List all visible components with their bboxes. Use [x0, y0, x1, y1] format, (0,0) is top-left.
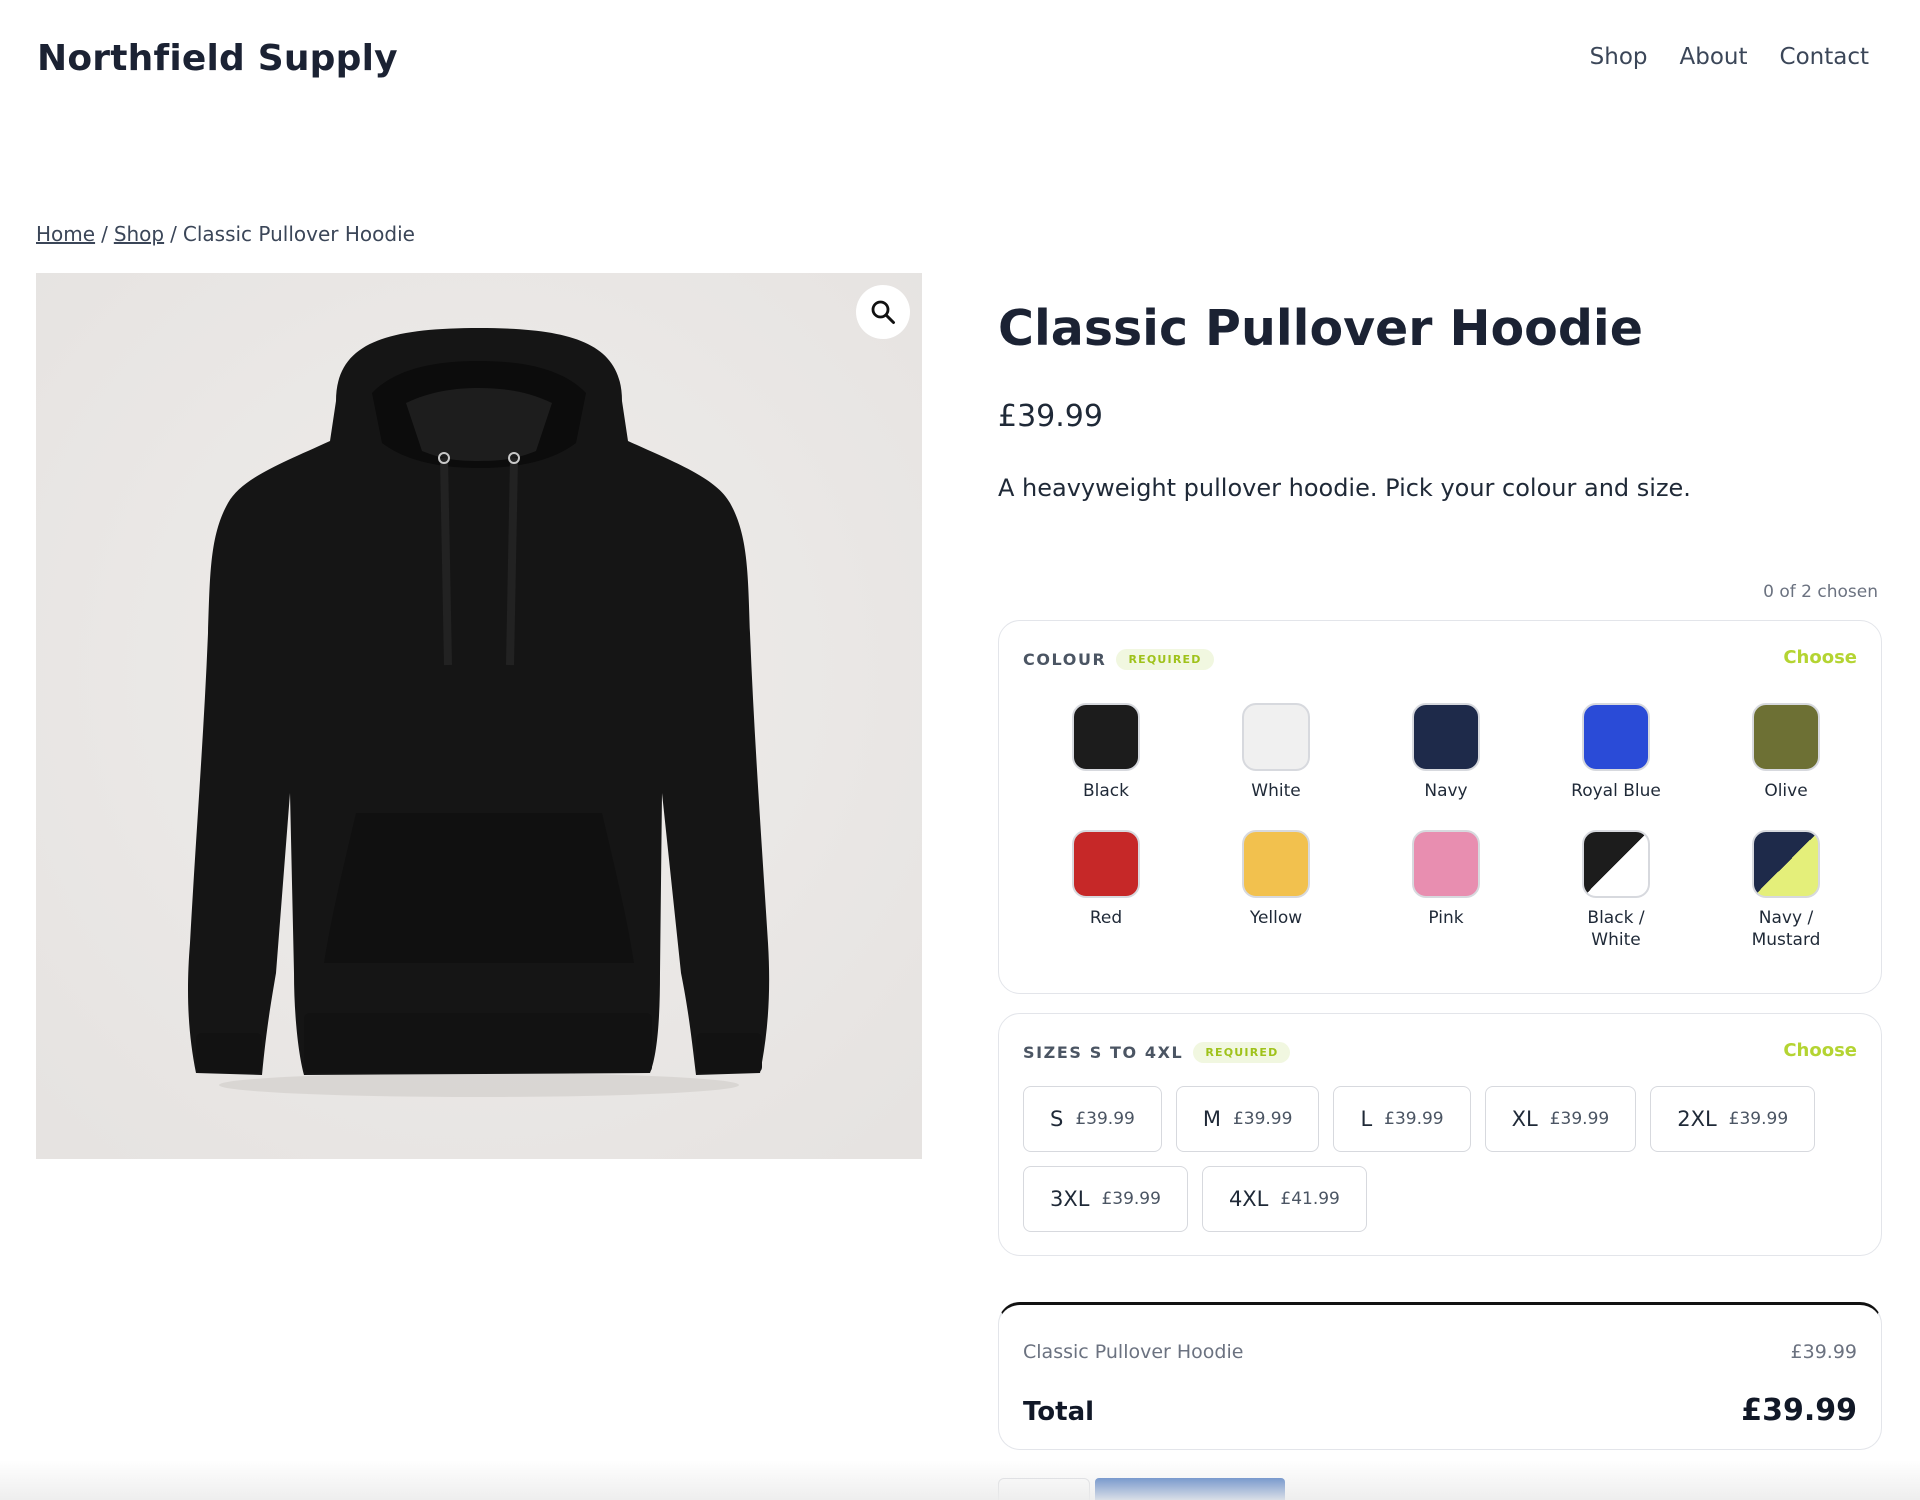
size-option-card: Sizes S to 4XL Required Choose S £39.99 M £…: [998, 1013, 1882, 1256]
size-name: 3XL: [1050, 1187, 1090, 1211]
colour-chip: [1752, 830, 1820, 899]
magnifier-icon: [871, 300, 895, 324]
site-header: Northfield Supply Shop About Contact: [37, 36, 1869, 86]
size-price: £39.99: [1549, 1109, 1610, 1129]
size-price: £41.99: [1280, 1189, 1340, 1209]
colour-chip: [1242, 830, 1310, 899]
quantity-input[interactable]: [998, 1478, 1090, 1500]
line-item-row: Classic Pullover Hoodie £39.99: [1023, 1341, 1857, 1363]
size-price: £39.99: [1232, 1109, 1293, 1129]
colour-chip: [1582, 703, 1650, 771]
colour-chip: [1072, 703, 1140, 771]
product-price: £39.99: [998, 398, 1103, 434]
size-price: £39.99: [1384, 1109, 1444, 1129]
size-price: £39.99: [1728, 1109, 1789, 1129]
nav-contact-link[interactable]: Contact: [1780, 44, 1869, 70]
colour-swatch-white[interactable]: White: [1191, 703, 1361, 802]
product-image[interactable]: [36, 273, 922, 1159]
size-button-grid: S £39.99 M £39.99 L £39.99 XL £39.99 2XL £39.99 3X…: [1023, 1086, 1863, 1232]
colour-chip: [1412, 830, 1480, 899]
size-button-xl[interactable]: XL £39.99: [1484, 1086, 1637, 1152]
colour-swatch-navy[interactable]: Navy: [1361, 703, 1531, 802]
breadcrumb-shop-link[interactable]: Shop: [114, 222, 164, 246]
size-name: L: [1360, 1107, 1373, 1131]
colour-chip: [1072, 830, 1140, 899]
colour-swatch-label: Black: [1083, 781, 1129, 801]
options-chosen-count: 0 of 2 chosen: [1763, 582, 1878, 602]
required-badge: Required: [1116, 649, 1214, 670]
order-totals: Classic Pullover Hoodie £39.99 Total £39…: [998, 1302, 1882, 1450]
colour-swatch-label: Yellow: [1249, 908, 1303, 929]
size-button-4xl[interactable]: 4XL £41.99: [1201, 1166, 1367, 1232]
colour-chip: [1242, 703, 1310, 771]
size-choose-link[interactable]: Choose: [1783, 1040, 1857, 1061]
colour-swatch-black-white[interactable]: Black / White: [1531, 830, 1701, 951]
nav-about-link[interactable]: About: [1680, 44, 1748, 70]
product-title: Classic Pullover Hoodie: [998, 300, 1643, 357]
colour-swatch-label: Olive: [1764, 781, 1808, 801]
size-button-s[interactable]: S £39.99: [1023, 1086, 1162, 1152]
total-label: Total: [1023, 1397, 1095, 1427]
colour-swatch-black[interactable]: Black: [1021, 703, 1191, 802]
colour-chip: [1752, 703, 1820, 771]
hoodie-image: [36, 273, 922, 1159]
colour-swatch-navy-mustard[interactable]: Navy / Mustard: [1701, 830, 1871, 951]
colour-swatch-label: Royal Blue: [1571, 781, 1661, 801]
breadcrumb-separator: /: [170, 222, 177, 246]
size-name: 2XL: [1677, 1107, 1717, 1131]
size-button-l[interactable]: L £39.99: [1333, 1086, 1471, 1152]
size-name: S: [1050, 1107, 1064, 1131]
colour-swatch-red[interactable]: Red: [1021, 830, 1191, 951]
product-summary: Classic Pullover Hoodie £39.99 A heavywe…: [998, 300, 1882, 502]
colour-swatch-label: Navy / Mustard: [1751, 908, 1821, 950]
line-item-price: £39.99: [1790, 1341, 1857, 1363]
colour-chip: [1412, 703, 1480, 771]
colour-swatch-label: Red: [1089, 908, 1123, 929]
colour-swatch-label: Pink: [1428, 908, 1464, 929]
product-description: A heavyweight pullover hoodie. Pick your…: [998, 473, 1691, 502]
size-button-3xl[interactable]: 3XL £39.99: [1023, 1166, 1188, 1232]
colour-choose-link[interactable]: Choose: [1783, 647, 1857, 668]
colour-option-card: Colour Required Choose Black White Navy Roy…: [998, 620, 1882, 994]
size-name: XL: [1511, 1107, 1538, 1131]
site-title[interactable]: Northfield Supply: [37, 38, 398, 79]
add-to-cart-button[interactable]: [1095, 1478, 1285, 1500]
size-label: Sizes S to 4XL: [1023, 1043, 1184, 1062]
colour-chip: [1582, 830, 1650, 899]
colour-swatch-label: Black / White: [1587, 908, 1645, 950]
colour-swatch-label: Navy: [1424, 781, 1468, 801]
line-item-label: Classic Pullover Hoodie: [1023, 1341, 1244, 1363]
nav-shop-link[interactable]: Shop: [1590, 44, 1648, 70]
colour-swatch-royal-blue[interactable]: Royal Blue: [1531, 703, 1701, 802]
zoom-button[interactable]: [856, 285, 910, 339]
breadcrumb-current: Classic Pullover Hoodie: [182, 222, 415, 246]
total-value: £39.99: [1741, 1393, 1857, 1428]
scroll-fade: [0, 1460, 1920, 1500]
total-row: Total £39.99: [1023, 1393, 1857, 1428]
colour-card-header: Colour Required: [1023, 649, 1214, 670]
size-name: 4XL: [1228, 1187, 1269, 1211]
colour-swatch-pink[interactable]: Pink: [1361, 830, 1531, 951]
size-price: £39.99: [1101, 1189, 1161, 1209]
size-button-m[interactable]: M £39.99: [1175, 1086, 1320, 1152]
size-card-header: Sizes S to 4XL Required: [1023, 1042, 1291, 1063]
colour-label: Colour: [1023, 650, 1107, 669]
colour-swatch-grid: Black White Navy Royal Blue Olive Red Yellow Pi…: [1021, 703, 1871, 951]
colour-swatch-yellow[interactable]: Yellow: [1191, 830, 1361, 951]
required-badge: Required: [1193, 1042, 1291, 1063]
size-button-2xl[interactable]: 2XL £39.99: [1650, 1086, 1816, 1152]
breadcrumb: Home / Shop / Classic Pullover Hoodie: [36, 222, 415, 246]
size-price: £39.99: [1075, 1109, 1135, 1129]
breadcrumb-separator: /: [101, 222, 108, 246]
size-name: M: [1202, 1107, 1221, 1131]
colour-swatch-olive[interactable]: Olive: [1701, 703, 1871, 802]
main-nav: Shop About Contact: [1590, 44, 1869, 70]
breadcrumb-home-link[interactable]: Home: [36, 222, 95, 246]
colour-swatch-label: White: [1251, 781, 1301, 801]
